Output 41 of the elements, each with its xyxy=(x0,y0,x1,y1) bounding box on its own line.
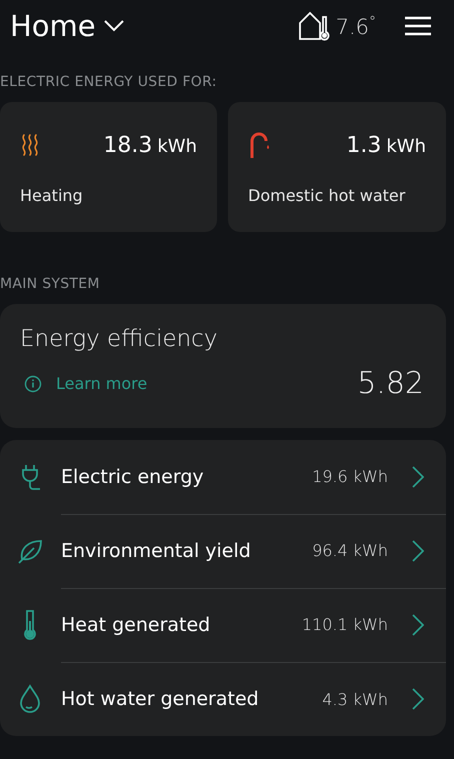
energy-unit: kWh xyxy=(157,136,197,156)
metric-row[interactable]: Hot water generated 4.3 kWh xyxy=(61,662,446,736)
menu-icon xyxy=(404,16,432,36)
section-label: ELECTRIC ENERGY USED FOR: xyxy=(0,74,218,90)
chevron-right-icon xyxy=(412,466,424,488)
energy-unit: kWh xyxy=(386,136,426,156)
chevron-right-icon xyxy=(412,540,424,562)
menu-button[interactable] xyxy=(404,16,432,36)
metric-row[interactable]: Electric energy 19.6 kWh xyxy=(61,440,446,514)
outside-temperature: 7.6$^{°}$ xyxy=(336,14,376,38)
faucet-icon xyxy=(248,131,272,159)
metric-value: 96.4 kWh xyxy=(312,541,388,560)
metric-row[interactable]: Environmental yield 96.4 kWh xyxy=(61,514,446,588)
water-drop-icon xyxy=(18,684,42,714)
energy-value: 1.3 xyxy=(346,132,382,158)
metric-label: Hot water generated xyxy=(61,688,260,710)
location-dropdown[interactable]: Home xyxy=(10,9,124,43)
leaf-icon xyxy=(16,538,42,564)
metric-value: 110.1 kWh xyxy=(302,615,388,634)
metric-row[interactable]: Heat generated 110.1 kWh xyxy=(61,588,446,662)
learn-more-link[interactable]: Learn more xyxy=(24,374,148,393)
chevron-right-icon xyxy=(412,688,424,710)
energy-value: 18.3 xyxy=(103,132,152,158)
metric-value: 19.6 kWh xyxy=(312,467,388,486)
usage-card[interactable]: 18.3 kWh Heating xyxy=(0,102,217,232)
thermometer-icon xyxy=(22,609,38,641)
usage-card[interactable]: 1.3 kWh Domestic hot water xyxy=(228,102,446,232)
house-thermometer-icon xyxy=(298,11,330,41)
info-icon xyxy=(24,374,42,392)
card-label: Heating xyxy=(20,186,83,205)
heat-waves-icon xyxy=(20,133,40,157)
metric-label: Electric energy xyxy=(61,466,205,488)
card-title: Energy efficiency xyxy=(20,326,218,352)
metric-label: Heat generated xyxy=(61,614,212,636)
metric-label: Environmental yield xyxy=(61,540,252,562)
section-label: MAIN SYSTEM xyxy=(0,276,101,292)
metric-value: 4.3 kWh xyxy=(322,690,388,708)
card-label: Domestic hot water xyxy=(248,186,406,205)
chevron-down-icon xyxy=(104,20,124,32)
chevron-right-icon xyxy=(412,614,424,636)
efficiency-value: 5.82 xyxy=(357,366,424,401)
